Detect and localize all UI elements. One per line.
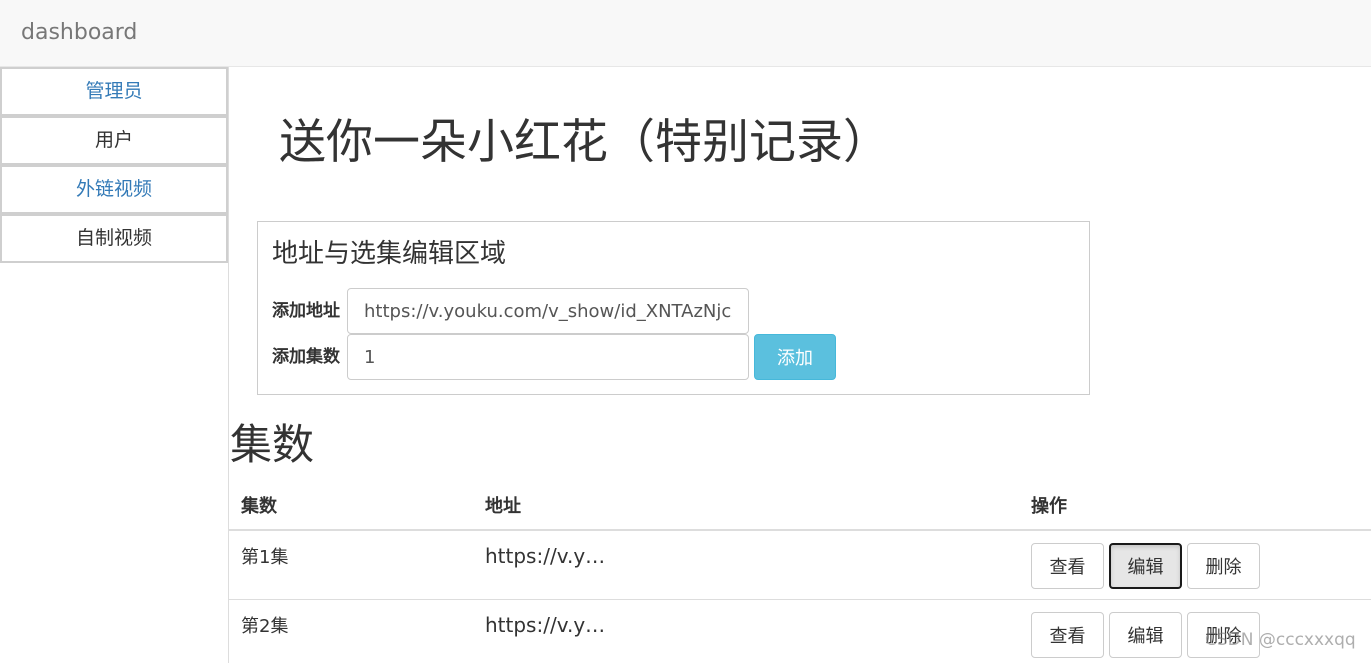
sidebar-item-original-videos[interactable]: 自制视频 — [0, 214, 228, 263]
episode-input[interactable] — [347, 334, 749, 380]
top-navbar: dashboard — [0, 0, 1371, 67]
editor-panel-title: 地址与选集编辑区域 — [272, 239, 507, 269]
url-cell: https://v.yo… — [485, 544, 615, 568]
url-cell: https://v.yo… — [485, 613, 615, 637]
delete-button[interactable]: 删除 — [1187, 543, 1260, 589]
sidebar-item-admin[interactable]: 管理员 — [0, 67, 228, 116]
editor-panel: 地址与选集编辑区域 添加地址 添加集数 添加 — [257, 221, 1090, 395]
episodes-title: 集数 — [230, 420, 315, 469]
sidebar-item-external-videos[interactable]: 外链视频 — [0, 165, 228, 214]
page-title: 送你一朵小红花（特别记录） — [279, 115, 890, 170]
address-label: 添加地址 — [272, 301, 340, 321]
episode-label: 添加集数 — [272, 347, 340, 367]
column-header-url: 地址 — [485, 496, 521, 517]
sidebar-item-users[interactable]: 用户 — [0, 116, 228, 165]
add-button[interactable]: 添加 — [754, 334, 836, 380]
sidebar: 管理员 用户 外链视频 自制视频 — [0, 67, 229, 663]
view-button[interactable]: 查看 — [1031, 543, 1104, 589]
episode-cell: 第2集 — [241, 616, 289, 637]
column-header-actions: 操作 — [1031, 496, 1067, 517]
watermark: CSDN @cccxxxqq — [1205, 630, 1356, 650]
edit-button[interactable]: 编辑 — [1109, 543, 1182, 589]
view-button[interactable]: 查看 — [1031, 612, 1104, 658]
brand-link[interactable]: dashboard — [21, 18, 137, 48]
edit-button[interactable]: 编辑 — [1109, 612, 1182, 658]
column-header-episode: 集数 — [241, 496, 277, 517]
table-row: 第2集 https://v.yo… 查看 编辑 删除 — [229, 600, 1371, 669]
table-row: 第1集 https://v.yo… 查看 编辑 删除 — [229, 531, 1371, 600]
address-input[interactable] — [347, 288, 749, 334]
episode-cell: 第1集 — [241, 547, 289, 568]
